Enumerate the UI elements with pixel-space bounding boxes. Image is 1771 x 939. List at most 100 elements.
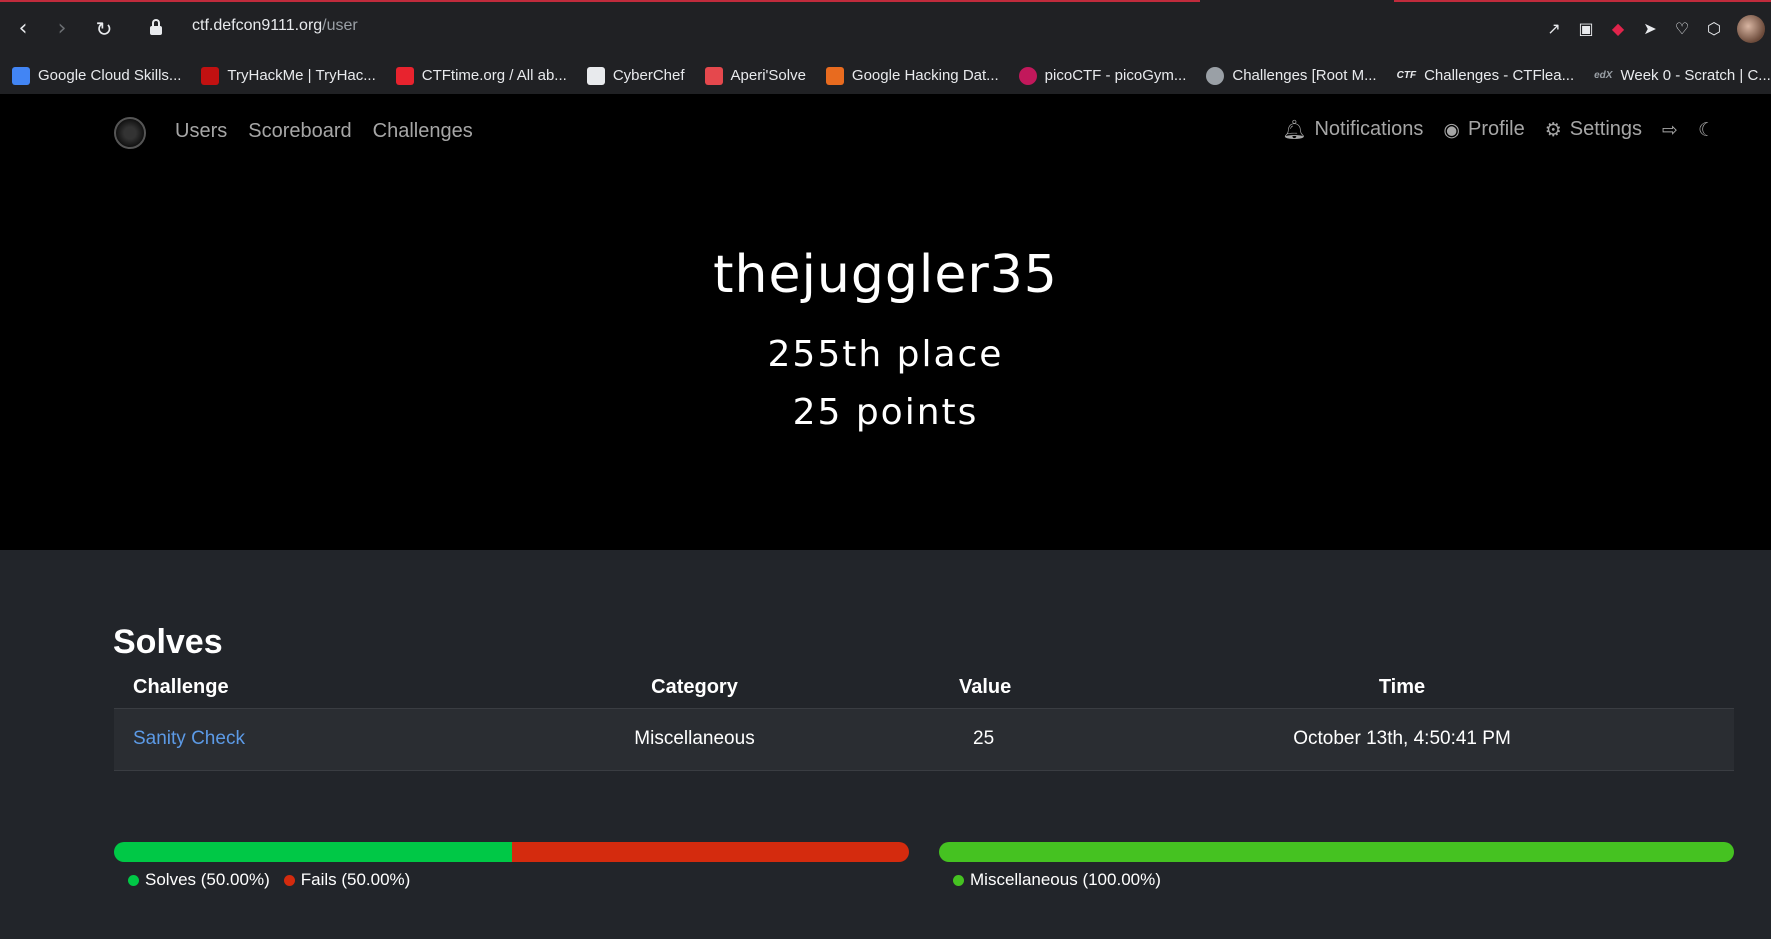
category-legend: Miscellaneous (100.00%) bbox=[953, 870, 1161, 890]
site-navbar: Users Scoreboard Challenges 🔔︎ Notificat… bbox=[0, 94, 1771, 169]
reload-icon[interactable]: ↻ bbox=[89, 14, 119, 44]
legend-fails-label: Fails (50.00%) bbox=[300, 870, 411, 889]
bookmark-label: Google Cloud Skills... bbox=[38, 67, 182, 84]
solve-fail-bar bbox=[114, 842, 909, 862]
legend-solves-label: Solves (50.00%) bbox=[145, 870, 270, 889]
legend-misc-label: Miscellaneous (100.00%) bbox=[970, 870, 1161, 889]
table-header-row: Challenge Category Value Time bbox=[114, 668, 1734, 709]
bookmark-label: Challenges - CTFlea... bbox=[1424, 67, 1575, 84]
user-header: thejuggler35 255th place 25 points bbox=[0, 169, 1771, 550]
user-place: 255th place bbox=[767, 334, 1004, 375]
tab-indicator bbox=[1394, 0, 1771, 2]
miscellaneous-dot-icon bbox=[953, 874, 964, 886]
nav-theme-toggle[interactable]: ☾ bbox=[1698, 119, 1715, 141]
camera-icon[interactable]: ▣ bbox=[1577, 20, 1595, 38]
header-value: Value bbox=[897, 668, 1070, 709]
user-points: 25 points bbox=[792, 392, 979, 433]
challenge-link[interactable]: Sanity Check bbox=[133, 728, 245, 749]
miscellaneous-segment[interactable] bbox=[939, 842, 1734, 862]
bookmark-favicon-icon: CTF bbox=[1396, 70, 1417, 81]
user-circle-icon: ◉ bbox=[1443, 118, 1461, 141]
username-title: thejuggler35 bbox=[713, 245, 1058, 305]
nav-logout[interactable]: ⇨ bbox=[1662, 119, 1678, 141]
bookmark-label: TryHackMe | TryHac... bbox=[227, 67, 376, 84]
solves-section: Solves Challenge Category Value Time San… bbox=[0, 550, 1771, 939]
bookmark-item[interactable]: edX Week 0 - Scratch | C... bbox=[1594, 67, 1771, 84]
bookmark-favicon-icon bbox=[586, 66, 605, 85]
shield-extension-icon[interactable]: ◆ bbox=[1609, 20, 1627, 38]
bookmark-favicon-icon bbox=[12, 66, 30, 85]
bookmark-favicon-icon: edX bbox=[1594, 70, 1613, 81]
nav-settings[interactable]: ⚙ Settings bbox=[1545, 118, 1642, 141]
bookmark-item[interactable]: CTFtime.org / All ab... bbox=[395, 66, 567, 85]
extension-bar: ↗ ▣ ◆ ➤ ♡ ⬡ bbox=[1545, 14, 1771, 44]
bookmarks-bar: Google Cloud Skills... TryHackMe | TryHac… bbox=[0, 57, 1771, 94]
fails-segment[interactable] bbox=[511, 842, 909, 862]
bookmark-favicon-icon bbox=[825, 66, 844, 85]
header-category: Category bbox=[492, 668, 897, 709]
cube-icon[interactable]: ⬡ bbox=[1705, 20, 1723, 38]
legend-miscellaneous[interactable]: Miscellaneous (100.00%) bbox=[953, 870, 1161, 890]
solves-segment[interactable] bbox=[114, 842, 512, 862]
header-challenge: Challenge bbox=[114, 668, 492, 709]
cell-value: 25 bbox=[897, 708, 1070, 771]
nav-notifications-label: Notifications bbox=[1314, 118, 1424, 140]
bookmark-favicon-icon bbox=[201, 66, 220, 85]
forward-icon[interactable]: › bbox=[47, 14, 77, 44]
cell-time: October 13th, 4:50:41 PM bbox=[1070, 708, 1734, 771]
back-icon[interactable]: ‹ bbox=[8, 14, 38, 44]
bookmark-label: picoCTF - picoGym... bbox=[1044, 67, 1187, 84]
category-bar bbox=[939, 842, 1734, 862]
bookmark-item[interactable]: CyberChef bbox=[586, 66, 685, 85]
bookmark-label: Aperi'Solve bbox=[730, 67, 806, 84]
profile-avatar[interactable] bbox=[1737, 15, 1765, 43]
legend-fails[interactable]: Fails (50.00%) bbox=[283, 870, 411, 890]
lock-icon[interactable] bbox=[150, 19, 162, 35]
bookmark-favicon-icon bbox=[704, 66, 723, 85]
bookmark-label: Google Hacking Dat... bbox=[851, 67, 999, 84]
gears-icon: ⚙ bbox=[1544, 118, 1562, 141]
site-logo[interactable] bbox=[114, 117, 146, 149]
active-tab-indicator bbox=[0, 0, 1200, 2]
bookmark-label: Week 0 - Scratch | C... bbox=[1620, 67, 1771, 84]
moon-icon: ☾ bbox=[1697, 118, 1715, 141]
bell-icon: 🔔︎ bbox=[1282, 119, 1307, 141]
solve-fail-legend: Solves (50.00%) Fails (50.00%) bbox=[128, 870, 410, 890]
bookmark-favicon-icon bbox=[1018, 66, 1037, 85]
legend-solves[interactable]: Solves (50.00%) bbox=[128, 870, 270, 890]
address-bar[interactable]: ctf.defcon9111.org/user bbox=[192, 17, 358, 35]
bookmark-label: CTFtime.org / All ab... bbox=[421, 67, 567, 84]
share-icon[interactable]: ↗ bbox=[1545, 20, 1563, 38]
browser-toolbar: ‹ › ↻ ctf.defcon9111.org/user ↗ ▣ ◆ ➤ ♡ … bbox=[0, 0, 1771, 57]
table-row: Sanity Check Miscellaneous 25 October 13… bbox=[114, 708, 1734, 771]
logout-icon: ⇨ bbox=[1662, 118, 1678, 141]
nav-scoreboard[interactable]: Scoreboard bbox=[248, 120, 351, 143]
bookmark-item[interactable]: Challenges [Root M... bbox=[1206, 66, 1377, 85]
send-icon[interactable]: ➤ bbox=[1641, 20, 1659, 38]
bookmark-favicon-icon bbox=[395, 66, 414, 85]
cell-category: Miscellaneous bbox=[492, 708, 897, 771]
solves-dot-icon bbox=[128, 874, 139, 886]
bookmark-favicon-icon bbox=[1206, 66, 1225, 85]
header-time: Time bbox=[1070, 668, 1734, 709]
bookmark-item[interactable]: TryHackMe | TryHac... bbox=[201, 66, 376, 85]
bookmark-item[interactable]: CTF Challenges - CTFlea... bbox=[1397, 67, 1575, 84]
bookmark-label: CyberChef bbox=[612, 67, 685, 84]
solves-title: Solves bbox=[113, 623, 223, 661]
fails-dot-icon bbox=[283, 874, 295, 886]
bookmark-item[interactable]: picoCTF - picoGym... bbox=[1018, 66, 1187, 85]
bookmark-label: Challenges [Root M... bbox=[1232, 67, 1377, 84]
cell-challenge: Sanity Check bbox=[114, 708, 492, 771]
nav-profile[interactable]: ◉ Profile bbox=[1443, 118, 1524, 141]
nav-notifications[interactable]: 🔔︎ Notifications bbox=[1282, 118, 1423, 141]
bookmark-item[interactable]: Aperi'Solve bbox=[704, 66, 806, 85]
bookmark-item[interactable]: Google Cloud Skills... bbox=[12, 66, 182, 85]
nav-challenges[interactable]: Challenges bbox=[373, 120, 473, 143]
ctf-page: Users Scoreboard Challenges 🔔︎ Notificat… bbox=[0, 94, 1771, 939]
solves-table: Challenge Category Value Time Sanity Che… bbox=[114, 668, 1734, 771]
bookmark-item[interactable]: Google Hacking Dat... bbox=[825, 66, 999, 85]
nav-users[interactable]: Users bbox=[175, 120, 227, 143]
heart-icon[interactable]: ♡ bbox=[1673, 20, 1691, 38]
nav-settings-label: Settings bbox=[1569, 118, 1643, 140]
nav-profile-label: Profile bbox=[1468, 118, 1525, 140]
